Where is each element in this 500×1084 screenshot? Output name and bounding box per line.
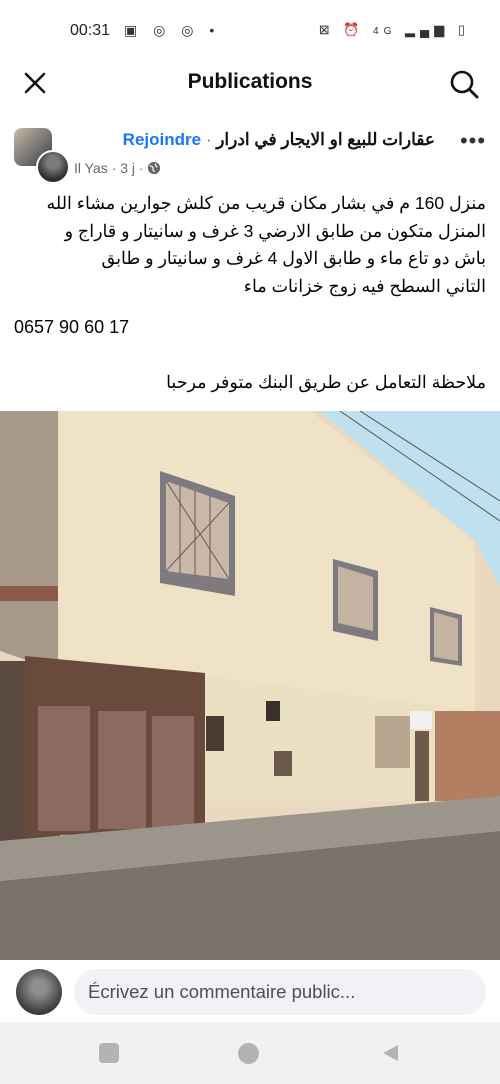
back-icon[interactable] [380,1043,400,1063]
system-icons: ⊠ ⏰ 4G ▂▄▆ ▯ [319,22,470,38]
recent-apps-button[interactable] [99,1043,119,1063]
group-name[interactable]: عقارات للبيع او الايجار في ادرار [216,130,435,149]
signal-icon: ▂▄▆ [405,22,450,37]
group-avatar[interactable] [14,128,70,184]
post-text-line: باش دو تاع ماء و طابق الاول 4 غرف و ساني… [101,248,486,268]
phone-number[interactable]: 0657 90 60 17 [14,317,129,338]
separator: · [205,130,212,149]
post-photo[interactable] [0,411,500,960]
battery-icon: ▯ [457,22,470,37]
comment-composer: Écrivez un commentaire public... [0,960,500,1022]
system-nav-bar [0,1022,500,1084]
more-options-button[interactable]: ••• [458,128,488,154]
lock-icon: ⊠ [318,22,335,37]
search-icon [450,70,479,99]
home-button[interactable] [238,1043,259,1064]
status-bar: 00:31 ▣ ◎ ◎ • ⊠ ⏰ 4G ▂▄▆ ▯ [0,0,500,62]
globe-icon [148,161,161,175]
separator: · [111,160,117,176]
post-text-line: المنزل متكون من طابق الارضي 3 غرف و ساني… [64,220,486,241]
user-avatar[interactable] [16,969,62,1015]
alarm-icon: ⏰ [343,22,365,37]
post-note: ملاحظة التعامل عن طريق البنك متوفر مرحبا [166,372,486,392]
group-line: عقارات للبيع او الايجار في ادرار · Rejoi… [123,130,435,150]
post-text-line: التاني السطح فيه زوج خزانات ماء [243,275,486,296]
top-app-bar: Publications [0,62,500,106]
post-text-line: منزل 160 م في بشار مكان قريب من كلش جوار… [46,193,486,213]
signal-label: 4G [373,26,397,37]
notification-icons: ▣ ◎ ◎ • [124,22,221,38]
post-body: منزل 160 م في بشار مكان قريب من كلش جوار… [14,190,486,300]
author-avatar[interactable] [36,150,70,184]
separator: · [138,160,144,176]
author-name[interactable]: Il Yas [74,160,108,176]
post-header: عقارات للبيع او الايجار في ادرار · Rejoi… [0,118,500,184]
status-time: 00:31 [70,22,111,39]
comment-input[interactable]: Écrivez un commentaire public... [74,969,486,1015]
page-title: Publications [187,70,313,93]
join-button[interactable]: Rejoindre [123,130,201,149]
post-time[interactable]: 3 j [120,160,135,176]
post-meta: Il Yas · 3 j · [74,160,161,176]
search-button[interactable] [446,66,482,102]
